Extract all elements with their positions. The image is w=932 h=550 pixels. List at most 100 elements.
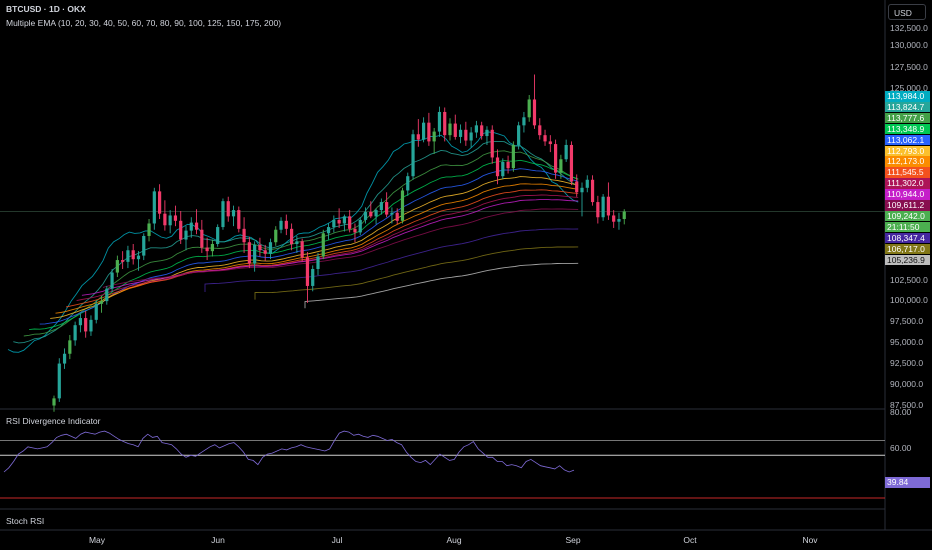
- price-tag: 113,984.0: [885, 91, 930, 102]
- indicator-title[interactable]: Multiple EMA (10, 20, 30, 40, 50, 60, 70…: [6, 18, 281, 28]
- candle-body: [495, 157, 500, 177]
- currency-button[interactable]: USD: [888, 4, 926, 20]
- candle-body: [337, 219, 341, 224]
- price-chart[interactable]: [0, 0, 932, 550]
- candle-body: [395, 212, 399, 221]
- candle-body: [57, 363, 61, 399]
- candle-body: [78, 318, 82, 326]
- candle-body: [163, 213, 167, 226]
- candle-body: [617, 219, 621, 222]
- price-tag: 106,717.0: [885, 243, 930, 255]
- candle-body: [511, 144, 515, 169]
- candle-body: [522, 117, 526, 126]
- candle-body: [136, 255, 141, 260]
- candle-body: [316, 256, 320, 269]
- rsi-axis-label: 60.00: [890, 443, 912, 453]
- candle-body: [580, 187, 584, 193]
- candle-body: [173, 215, 178, 221]
- candle-body: [585, 179, 589, 188]
- candle-body: [62, 353, 67, 364]
- candle-body: [490, 129, 494, 158]
- candle-body: [295, 241, 299, 245]
- y-axis-tick-label: 95,000.0: [890, 337, 924, 347]
- candle-body: [622, 211, 626, 220]
- candle-body: [142, 235, 146, 256]
- candle-body: [480, 125, 484, 137]
- candle-body: [427, 122, 431, 142]
- y-axis-tick-label: 127,500.0: [890, 62, 928, 72]
- candle-body: [554, 144, 558, 173]
- candle-body: [385, 202, 389, 215]
- candle-body: [532, 99, 537, 126]
- candle-body: [242, 228, 246, 243]
- candle-body: [237, 210, 241, 229]
- candle-body: [501, 161, 505, 177]
- candle-body: [548, 141, 552, 145]
- candle-body: [290, 228, 294, 245]
- candle-body: [443, 111, 447, 136]
- candle-body: [358, 219, 362, 233]
- y-axis-tick-label: 102,500.0: [890, 275, 928, 285]
- candle-body: [168, 215, 172, 226]
- candle-body: [263, 250, 267, 254]
- candle-body: [559, 159, 563, 173]
- candle-body: [189, 222, 193, 231]
- candle-body: [448, 123, 452, 136]
- candle-body: [538, 125, 542, 136]
- candle-body: [158, 191, 162, 214]
- price-tag: 109,611.2: [885, 200, 930, 211]
- price-tag: 109,242.0: [885, 210, 930, 222]
- candle-body: [379, 202, 383, 211]
- candle-body: [210, 244, 214, 252]
- candle-body: [205, 247, 209, 252]
- price-tag: 113,348.9: [885, 123, 930, 135]
- y-axis-tick-label: 92,500.0: [890, 358, 924, 368]
- price-tag: 113,062.1: [885, 134, 930, 146]
- candle-body: [99, 301, 104, 304]
- candle-body: [184, 230, 188, 240]
- candle-body: [115, 260, 119, 273]
- candle-body: [453, 123, 457, 137]
- candle-body: [279, 220, 283, 230]
- x-axis-month-label: Jul: [331, 535, 343, 545]
- price-tag: 111,545.5: [885, 167, 930, 178]
- x-axis-month-label: May: [88, 535, 106, 545]
- rsi-value-tag: 39.84: [885, 477, 930, 488]
- ema-line-70: [55, 183, 579, 314]
- price-tag: 110,944.0: [885, 189, 930, 200]
- candle-body: [543, 135, 547, 142]
- stoch-panel-title[interactable]: Stoch RSI: [6, 516, 44, 526]
- symbol-title[interactable]: BTCUSD · 1D · OKX: [6, 4, 86, 14]
- candle-body: [147, 223, 151, 236]
- price-tag: 111,302.0: [885, 178, 930, 189]
- candle-body: [73, 325, 77, 341]
- candle-body: [305, 257, 310, 286]
- x-axis-month-label: Oct: [683, 535, 697, 545]
- rsi-panel-title[interactable]: RSI Divergence Indicator: [6, 416, 101, 426]
- candle-body: [390, 212, 394, 215]
- candle-body: [179, 220, 183, 240]
- candle-body: [437, 111, 442, 132]
- x-axis-month-label: Nov: [802, 535, 818, 545]
- candle-body: [464, 129, 468, 141]
- x-axis-month-label: Aug: [446, 535, 462, 545]
- candle-body: [284, 220, 288, 229]
- candle-body: [348, 216, 352, 229]
- candle-body: [131, 250, 135, 260]
- ema-line-60: [50, 176, 579, 319]
- candle-body: [52, 398, 56, 406]
- candle-body: [216, 227, 220, 245]
- candle-body: [84, 318, 88, 332]
- candle-body: [332, 219, 336, 228]
- candle-body: [194, 222, 199, 230]
- price-tag: 108,347.4: [885, 232, 930, 244]
- price-tag: 112,173.0: [885, 156, 930, 167]
- candle-body: [527, 99, 531, 118]
- candle-body: [311, 268, 315, 286]
- candle-body: [200, 229, 204, 248]
- candle-body: [469, 132, 473, 141]
- y-axis-tick-label: 97,500.0: [890, 316, 924, 326]
- candle-body: [94, 303, 98, 320]
- candle-body: [575, 181, 579, 193]
- candle-body: [221, 201, 225, 228]
